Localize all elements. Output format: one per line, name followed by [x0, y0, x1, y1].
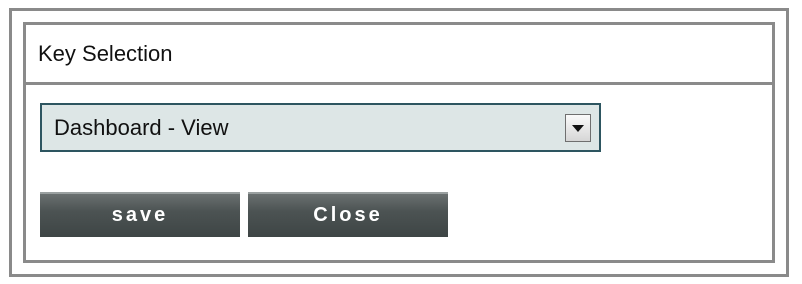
panel-header: Key Selection — [26, 25, 772, 85]
close-button[interactable]: Close — [248, 192, 448, 237]
panel-title: Key Selection — [38, 40, 173, 66]
chevron-down-icon — [572, 125, 584, 132]
dialog-frame: Key Selection Dashboard - View save Clos… — [9, 8, 789, 277]
key-select-dropdown[interactable]: Dashboard - View — [40, 103, 601, 152]
save-button[interactable]: save — [40, 192, 240, 237]
key-select-value: Dashboard - View — [54, 114, 229, 140]
key-selection-panel: Key Selection Dashboard - View save Clos… — [23, 22, 775, 263]
dropdown-toggle-button[interactable] — [565, 113, 591, 142]
